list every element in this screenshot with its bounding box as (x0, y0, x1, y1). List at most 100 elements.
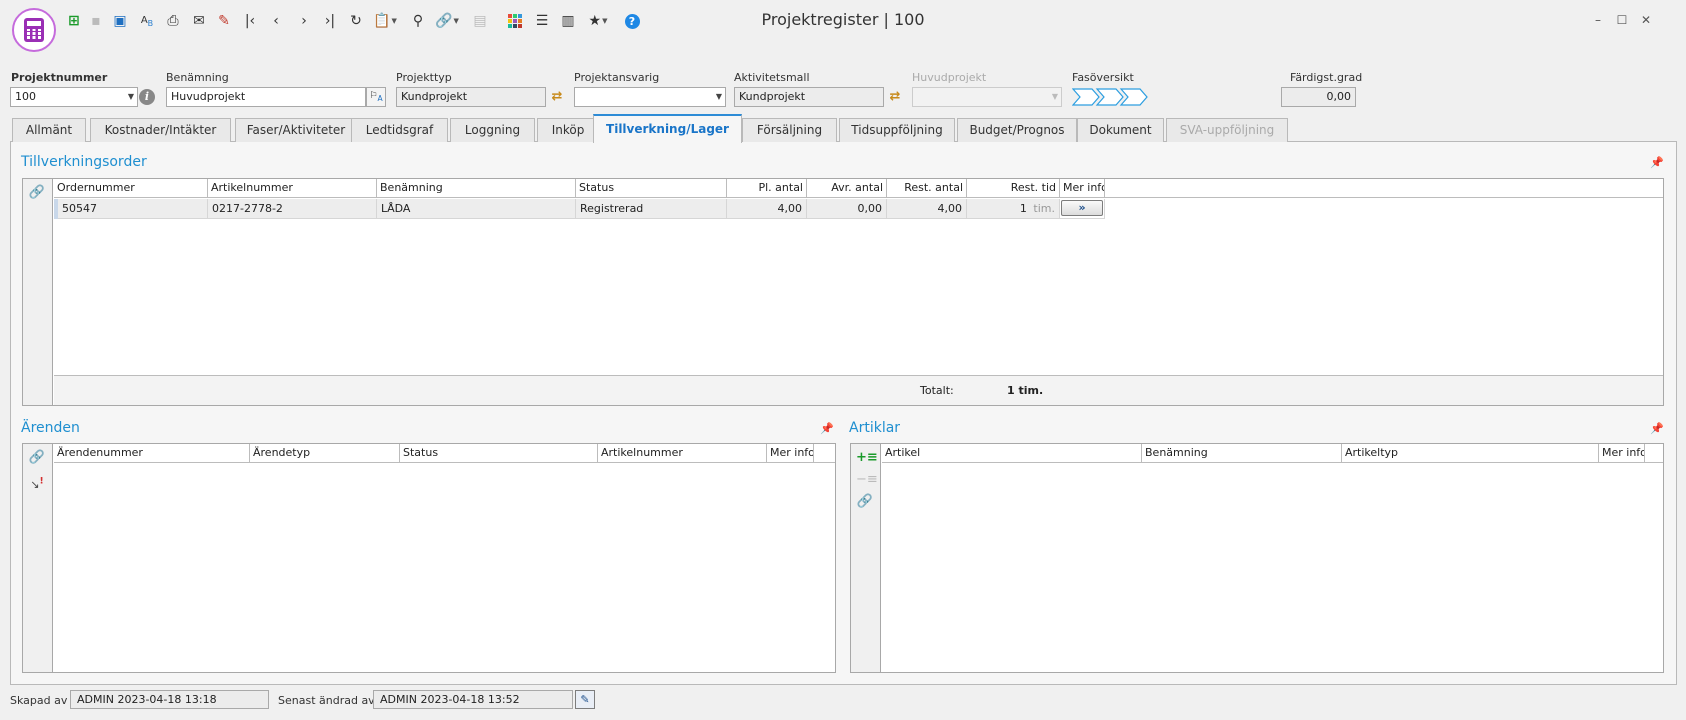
edit-note-icon[interactable]: ✎ (575, 690, 595, 709)
col-benamning[interactable]: Benämning (377, 179, 576, 198)
aktivitetsmall-field[interactable]: Kundprojekt (734, 87, 884, 107)
tab-tillverkning-lager[interactable]: Tillverkning/Lager (593, 114, 742, 143)
grid-footer: Totalt: 1 tim. (54, 375, 1663, 405)
col-ordernummer[interactable]: Ordernummer (54, 179, 208, 198)
fasoversikt-chevrons[interactable] (1071, 88, 1152, 106)
col-artikel[interactable]: Artikel (882, 444, 1142, 463)
info-icon[interactable]: i (139, 89, 155, 105)
search-icon[interactable]: ⚲ (408, 11, 428, 31)
cell-avr-antal: 0,00 (807, 199, 887, 219)
col-artikelnummer[interactable]: Artikelnummer (208, 179, 377, 198)
app-calculator-icon[interactable] (12, 8, 56, 52)
last-record-icon[interactable]: ›| (320, 11, 340, 31)
rest-tid-value: 1 (1019, 202, 1027, 215)
projektnummer-field[interactable]: 100 ▼ (10, 87, 138, 107)
swap-icon[interactable]: ⇄ (549, 89, 565, 105)
chevron-down-icon[interactable]: ▼ (128, 88, 134, 106)
chevron-down-icon: ▼ (1051, 92, 1058, 101)
phase-step-1[interactable] (1071, 88, 1100, 106)
panel-icon: ▤ (473, 13, 487, 29)
senast-andrad-field: ADMIN 2023-04-18 13:52 (373, 690, 573, 709)
cell-mer-info: » (1060, 199, 1105, 219)
projektnummer-label: Projektnummer (11, 71, 108, 84)
tab-ledtidsgraf[interactable]: Ledtidsgraf (351, 118, 448, 142)
huvudprojekt-label: Huvudprojekt (912, 71, 987, 84)
spellcheck-icon[interactable]: AB (137, 11, 157, 31)
first-record-icon[interactable]: |‹ (240, 11, 260, 31)
settings-sliders-icon[interactable]: ☰ (532, 11, 552, 31)
grid-gutter: +≡ −≡ 🔗 (851, 444, 881, 672)
col-mer-info[interactable]: Mer info (1060, 179, 1105, 198)
phase-step-3[interactable] (1119, 88, 1148, 106)
color-grid-icon[interactable] (505, 11, 525, 31)
projekttyp-value: Kundprojekt (401, 90, 468, 103)
tab-inkop[interactable]: Inköp (537, 118, 599, 142)
fardigstgrad-label: Färdigst.grad (1290, 71, 1363, 84)
swap-icon[interactable]: ⇄ (887, 89, 903, 105)
fardigstgrad-field[interactable]: 0,00 (1281, 87, 1356, 107)
col-arendenummer[interactable]: Ärendenummer (54, 444, 250, 463)
tab-dokument[interactable]: Dokument (1077, 118, 1164, 142)
col-mer-info[interactable]: Mer info (1599, 444, 1645, 463)
export-icon[interactable]: ✎ (214, 11, 234, 31)
projekttyp-field[interactable]: Kundprojekt (396, 87, 546, 107)
skapad-av-field: ADMIN 2023-04-18 13:18 (70, 690, 269, 709)
remove-row-icon: −≡ (856, 472, 878, 487)
tillverkningsorder-grid: 🔗 Ordernummer Artikelnummer Benämning St… (22, 178, 1664, 406)
issue-alert-icon[interactable]: ↘! (28, 472, 46, 491)
tab-budget-prognos[interactable]: Budget/Prognos (957, 118, 1077, 142)
favorites-icon[interactable]: ★ ▼ (584, 11, 612, 31)
mer-info-button[interactable]: » (1061, 200, 1103, 216)
chevron-down-icon[interactable]: ▼ (716, 88, 722, 106)
col-status[interactable]: Status (576, 179, 727, 198)
refresh-icon[interactable]: ↻ (346, 11, 366, 31)
print-icon[interactable]: ⎙ (163, 11, 183, 31)
link-icon[interactable]: 🔗 (28, 184, 46, 202)
link-menu-icon[interactable]: 🔗 ▼ (434, 11, 460, 31)
maximize-button[interactable]: ☐ (1614, 12, 1630, 28)
col-rest-tid[interactable]: Rest. tid (967, 179, 1060, 198)
col-rest-antal[interactable]: Rest. antal (887, 179, 967, 198)
cell-artikelnummer: 0217-2778-2 (208, 199, 377, 219)
tab-kostnader-intakter[interactable]: Kostnader/Intäkter (90, 118, 231, 142)
col-status[interactable]: Status (400, 444, 598, 463)
cell-rest-tid: 1 tim. (967, 199, 1060, 219)
book-icon[interactable]: ▥ (558, 11, 578, 31)
pin-icon[interactable]: 📌 (1650, 422, 1664, 435)
projektansvarig-field[interactable]: ▼ (574, 87, 726, 107)
translate-icon[interactable]: ⚐A (366, 87, 386, 107)
col-artikeltyp[interactable]: Artikeltyp (1342, 444, 1599, 463)
col-pl-antal[interactable]: Pl. antal (727, 179, 807, 198)
tab-allmant[interactable]: Allmänt (12, 118, 86, 142)
clipboard-menu-icon[interactable]: 📋 ▼ (372, 11, 398, 31)
phase-step-2[interactable] (1095, 88, 1124, 106)
pin-icon[interactable]: 📌 (1650, 156, 1664, 169)
save-as-icon[interactable]: ▣ (110, 11, 130, 31)
new-record-icon[interactable]: ⊞ (64, 11, 84, 31)
link-icon[interactable]: 🔗 (28, 449, 46, 467)
tab-faser-aktiviteter[interactable]: Faser/Aktiviteter (235, 118, 357, 142)
grid-header: Ärendenummer Ärendetyp Status Artikelnum… (54, 444, 835, 463)
help-icon[interactable]: ? (622, 11, 642, 31)
next-record-icon[interactable]: › (294, 11, 314, 31)
link-icon[interactable]: 🔗 (856, 493, 874, 511)
close-button[interactable]: ✕ (1638, 12, 1654, 28)
grid-gutter: 🔗 ↘! (23, 444, 53, 672)
email-icon[interactable]: ✉ (189, 11, 209, 31)
tab-forsaljning[interactable]: Försäljning (742, 118, 837, 142)
tab-loggning[interactable]: Loggning (450, 118, 535, 142)
col-artikelnummer[interactable]: Artikelnummer (598, 444, 767, 463)
table-row[interactable]: 50547 0217-2778-2 LÅDA Registrerad 4,00 … (58, 199, 1105, 219)
col-avr-antal[interactable]: Avr. antal (807, 179, 887, 198)
cell-benamning: LÅDA (377, 199, 576, 219)
col-arendetyp[interactable]: Ärendetyp (250, 444, 400, 463)
grid-header: Artikel Benämning Artikeltyp Mer info (882, 444, 1663, 463)
col-benamning[interactable]: Benämning (1142, 444, 1342, 463)
tab-tidsuppfoljning[interactable]: Tidsuppföljning (839, 118, 955, 142)
pin-icon[interactable]: 📌 (820, 422, 834, 435)
add-row-icon[interactable]: +≡ (856, 449, 878, 467)
previous-record-icon[interactable]: ‹ (266, 11, 286, 31)
col-mer-info[interactable]: Mer info (767, 444, 814, 463)
benamning-field[interactable]: Huvudprojekt (166, 87, 366, 107)
minimize-button[interactable]: – (1590, 12, 1606, 28)
